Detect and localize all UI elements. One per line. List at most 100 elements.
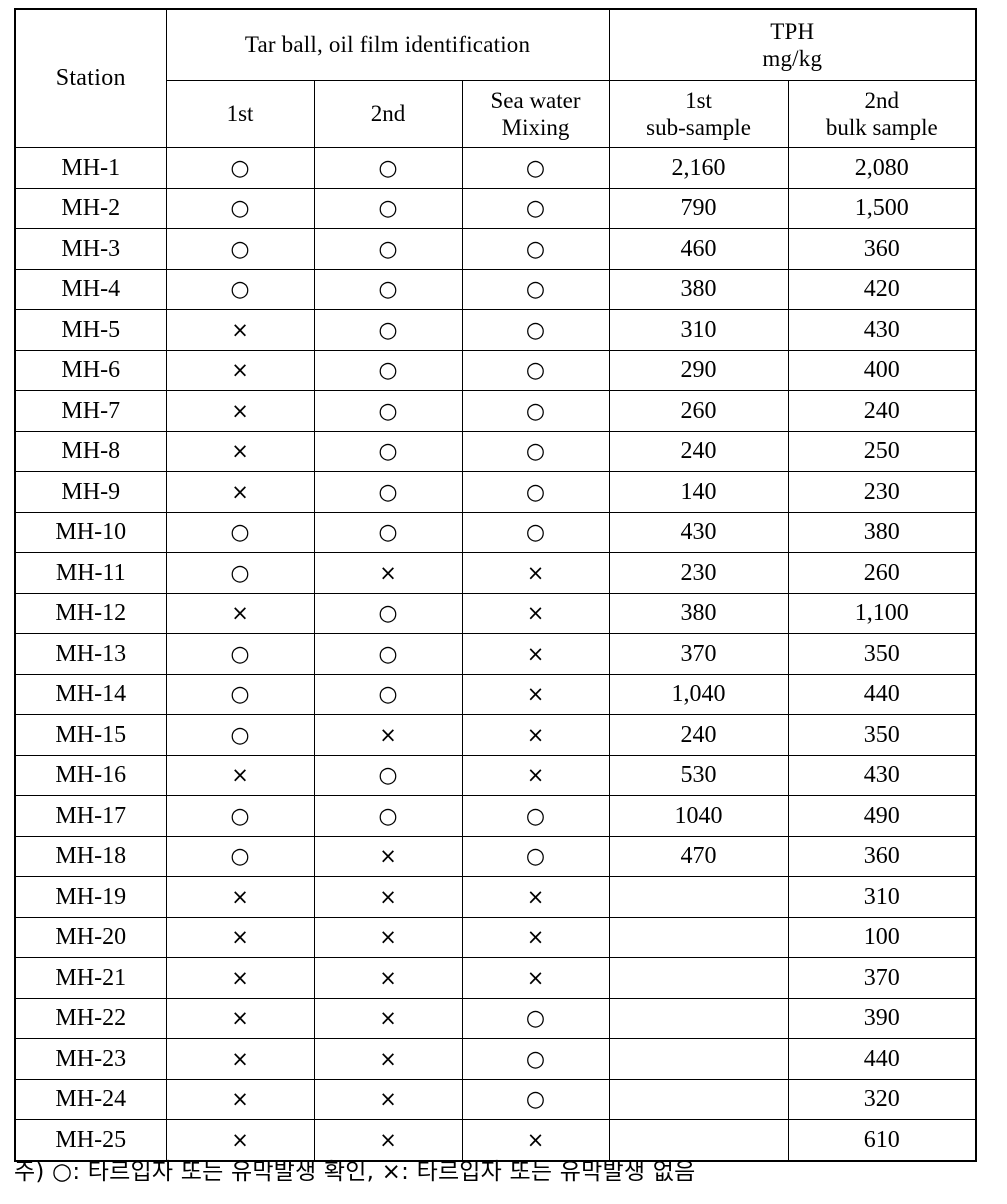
cross-icon: × xyxy=(526,925,545,950)
table-row: MH-13 ○ ○ × 370 350 xyxy=(14,633,977,675)
cross-icon: × xyxy=(379,925,397,950)
cell-tph-first-subsample: 240 xyxy=(608,714,789,756)
table-row: MH-7 × ○ ○ 260 240 xyxy=(14,390,977,432)
cell-station: MH-9 xyxy=(14,471,167,513)
cell-tph-second-bulksample: 400 xyxy=(787,349,977,391)
cell-station: MH-24 xyxy=(14,1078,167,1120)
circle-icon: ○ xyxy=(525,479,546,505)
cell-station: MH-14 xyxy=(14,673,167,715)
cell-tarball-first: ○ xyxy=(165,187,315,229)
circle-icon: ○ xyxy=(378,155,398,181)
circle-icon: ○ xyxy=(230,641,250,667)
cell-tarball-first: × xyxy=(165,997,315,1039)
cell-tarball-first: × xyxy=(165,754,315,796)
table-row: MH-9 × ○ ○ 140 230 xyxy=(14,471,977,513)
table-row: MH-6 × ○ ○ 290 400 xyxy=(14,349,977,391)
circle-icon: ○ xyxy=(230,520,250,546)
cell-tph-first-subsample xyxy=(608,916,789,958)
cross-icon: × xyxy=(379,1046,397,1071)
cell-seawater-mixing: ○ xyxy=(461,1038,610,1080)
cell-station: MH-21 xyxy=(14,957,167,999)
circle-icon: ○ xyxy=(525,196,546,222)
circle-icon: ○ xyxy=(378,317,398,343)
cell-tarball-second: ○ xyxy=(313,309,463,351)
circle-icon: ○ xyxy=(230,682,250,708)
cross-icon: × xyxy=(379,1006,397,1031)
circle-icon: ○ xyxy=(525,155,546,181)
cell-tarball-first: ○ xyxy=(165,835,315,877)
header-sub-tph2-line2: bulk sample xyxy=(825,115,938,140)
cell-station: MH-22 xyxy=(14,997,167,1039)
cell-tph-first-subsample: 370 xyxy=(608,633,789,675)
table-row: MH-14 ○ ○ × 1,040 440 xyxy=(14,673,977,715)
cell-seawater-mixing: × xyxy=(461,714,610,756)
cell-tarball-second: ○ xyxy=(313,349,463,391)
cell-tarball-second: ○ xyxy=(313,592,463,634)
cell-seawater-mixing: ○ xyxy=(461,187,610,229)
cell-seawater-mixing: × xyxy=(461,592,610,634)
cell-tph-first-subsample: 240 xyxy=(608,430,789,472)
table-body: MH-1 ○ ○ ○ 2,160 2,080 MH-2 ○ ○ ○ 790 1,500 MH-3 ○ ○ ○ 4… xyxy=(14,147,977,1161)
header-group-tph-line2: mg/kg xyxy=(762,46,823,71)
cell-tph-second-bulksample: 440 xyxy=(787,1038,977,1080)
cell-tarball-second: ○ xyxy=(313,268,463,310)
table-row: MH-18 ○ × ○ 470 360 xyxy=(14,835,977,877)
cell-tarball-first: × xyxy=(165,430,315,472)
cell-tarball-second: × xyxy=(313,1078,463,1120)
cell-tph-second-bulksample: 390 xyxy=(787,997,977,1039)
cell-tarball-second: × xyxy=(313,552,463,594)
cell-tph-second-bulksample: 310 xyxy=(787,876,977,918)
table-row: MH-2 ○ ○ ○ 790 1,500 xyxy=(14,187,977,229)
cell-tarball-first: ○ xyxy=(165,268,315,310)
cell-station: MH-6 xyxy=(14,349,167,391)
cell-tarball-first: ○ xyxy=(165,228,315,270)
header-sub-tph1-line1: 1st xyxy=(685,87,712,113)
tar-ball-tph-table: Station Tar ball, oil film identificatio… xyxy=(14,8,978,1162)
cell-tph-second-bulksample: 260 xyxy=(787,552,977,594)
cross-icon: × xyxy=(231,965,249,990)
header-station: Station xyxy=(14,8,167,148)
cell-tph-first-subsample xyxy=(608,1038,789,1080)
cross-icon: × xyxy=(526,763,545,788)
cell-seawater-mixing: × xyxy=(461,754,610,796)
table-row: MH-11 ○ × × 230 260 xyxy=(14,552,977,594)
circle-icon: ○ xyxy=(230,803,250,829)
cell-seawater-mixing: ○ xyxy=(461,1078,610,1120)
cross-icon: × xyxy=(231,1127,249,1152)
cross-icon: × xyxy=(379,1127,397,1152)
cell-tarball-second: × xyxy=(313,714,463,756)
cell-seawater-mixing: ○ xyxy=(461,309,610,351)
cell-tph-first-subsample: 140 xyxy=(608,471,789,513)
circle-icon: ○ xyxy=(525,398,546,424)
circle-icon: ○ xyxy=(230,722,250,748)
header-sub-seawater-line2: Mixing xyxy=(501,115,570,140)
cross-icon: × xyxy=(526,560,545,585)
cell-tarball-first: × xyxy=(165,471,315,513)
table-row: MH-17 ○ ○ ○ 1040 490 xyxy=(14,795,977,837)
cell-tph-second-bulksample: 440 xyxy=(787,673,977,715)
cell-tph-second-bulksample: 2,080 xyxy=(787,147,977,189)
cell-tarball-first: × xyxy=(165,349,315,391)
cell-tarball-first: ○ xyxy=(165,795,315,837)
table-row: MH-1 ○ ○ ○ 2,160 2,080 xyxy=(14,147,977,189)
cell-tarball-second: ○ xyxy=(313,390,463,432)
cross-icon: × xyxy=(379,965,397,990)
cell-seawater-mixing: ○ xyxy=(461,471,610,513)
cell-tarball-first: × xyxy=(165,957,315,999)
cell-tph-second-bulksample: 490 xyxy=(787,795,977,837)
circle-icon: ○ xyxy=(525,236,546,262)
table-head: Station Tar ball, oil film identificatio… xyxy=(14,8,977,148)
cross-icon: × xyxy=(379,884,397,909)
cross-icon: × xyxy=(526,641,545,666)
table-footnote: 주) ○: 타르입자 또는 유막발생 확인, ×: 타르입자 또는 유막발생 없… xyxy=(14,1159,696,1185)
cell-station: MH-8 xyxy=(14,430,167,472)
cross-icon: × xyxy=(231,1006,249,1031)
table-row: MH-19 × × × 310 xyxy=(14,876,977,918)
cell-tph-first-subsample: 230 xyxy=(608,552,789,594)
table-row: MH-8 × ○ ○ 240 250 xyxy=(14,430,977,472)
table-row: MH-16 × ○ × 530 430 xyxy=(14,754,977,796)
cell-station: MH-4 xyxy=(14,268,167,310)
table-row: MH-23 × × ○ 440 xyxy=(14,1038,977,1080)
cell-tarball-second: × xyxy=(313,835,463,877)
circle-icon: ○ xyxy=(525,520,546,546)
